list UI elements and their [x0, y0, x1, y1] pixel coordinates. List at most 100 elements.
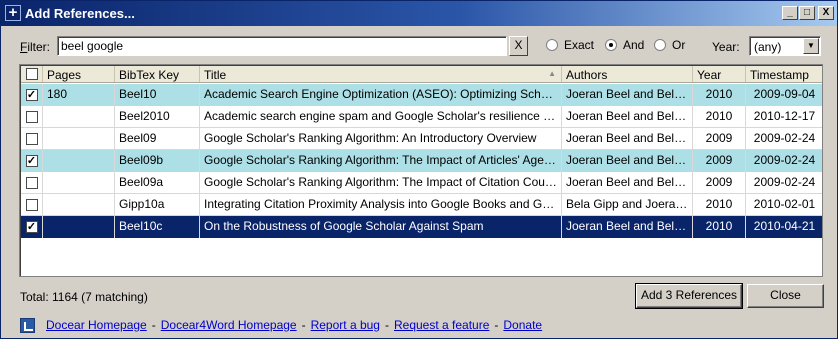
radio-or[interactable]: Or: [654, 38, 685, 52]
cell-title: Google Scholar's Ranking Algorithm: The …: [200, 150, 562, 172]
table-row[interactable]: ✓ Beel09b Google Scholar's Ranking Algorit…: [21, 150, 822, 172]
add-references-dialog: + Add References... _ □ X Filter: X Exac…: [0, 0, 838, 339]
cell-pages: 180: [43, 84, 115, 106]
cell-timestamp: 2009-09-04: [746, 84, 822, 106]
cell-pages: [43, 150, 115, 172]
radio-exact-label: Exact: [564, 38, 595, 52]
cell-title: On the Robustness of Google Scholar Agai…: [200, 216, 562, 238]
cell-authors: Joeran Beel and Bela Gi...: [562, 84, 693, 106]
row-checkbox-cell[interactable]: [21, 106, 43, 128]
title-bar: + Add References... _ □ X: [1, 1, 837, 26]
row-checkbox-cell[interactable]: ✓: [21, 84, 43, 106]
cell-authors: Joeran Beel and Bela Gi...: [562, 150, 693, 172]
cell-title: Google Scholar's Ranking Algorithm: An I…: [200, 128, 562, 150]
window-title: Add References...: [25, 6, 135, 21]
table-row[interactable]: ✓ 180 Beel10 Academic Search Engine Optimiz…: [21, 84, 822, 106]
cell-timestamp: 2010-12-17: [753, 109, 816, 123]
cell-authors: Joeran Beel and Bela Gi...: [562, 216, 693, 238]
radio-and-label: And: [623, 38, 645, 52]
cell-title: Google Scholar's Ranking Algorithm: The …: [200, 172, 562, 194]
filter-input[interactable]: [57, 36, 507, 56]
link-separator: -: [494, 318, 499, 332]
table-row[interactable]: Gipp10a Integrating Citation Proximity An…: [21, 194, 822, 216]
row-checkbox-cell[interactable]: [21, 128, 43, 150]
radio-or-label: Or: [672, 38, 686, 52]
row-checkbox[interactable]: [25, 133, 38, 145]
row-checkbox[interactable]: ✓: [25, 221, 38, 233]
column-header-authors[interactable]: Authors: [562, 66, 693, 82]
link-request-feature[interactable]: Request a feature: [394, 318, 489, 332]
link-docear-homepage[interactable]: Docear Homepage: [46, 318, 147, 332]
maximize-button[interactable]: □: [799, 6, 815, 20]
footer-links: Docear Homepage - Docear4Word Homepage -…: [20, 317, 542, 333]
clear-filter-button[interactable]: X: [509, 36, 528, 56]
cell-year: 2010: [693, 194, 746, 216]
column-header-title[interactable]: Title ▲: [200, 66, 562, 82]
cell-pages: [43, 172, 115, 194]
radio-or-dot[interactable]: [654, 39, 666, 51]
total-count: Total: 1164 (7 matching): [20, 290, 148, 304]
link-separator: -: [151, 318, 156, 332]
row-checkbox-cell[interactable]: ✓: [21, 150, 43, 172]
table-row[interactable]: ✓ Beel10c On the Robustness of Google Scho…: [21, 216, 822, 238]
cell-title: Integrating Citation Proximity Analysis …: [200, 194, 562, 216]
references-table: Pages BibTex Key Title ▲ Authors Year Ti…: [19, 64, 823, 277]
select-all-checkbox-cell[interactable]: [21, 66, 43, 82]
cell-timestamp: 2010-04-21: [746, 216, 822, 238]
cell-bibtex-key: Beel2010: [115, 106, 200, 128]
row-checkbox[interactable]: ✓: [25, 155, 38, 167]
radio-and-dot[interactable]: [605, 39, 617, 51]
column-header-timestamp[interactable]: Timestamp: [746, 66, 822, 82]
filter-label: Filter:: [20, 40, 51, 54]
cell-timestamp: 2010-02-01: [753, 197, 816, 211]
plus-icon: +: [5, 5, 21, 21]
cell-title: Academic Search Engine Optimization (ASE…: [200, 84, 562, 106]
cell-bibtex-key: Beel10c: [115, 216, 200, 238]
select-all-checkbox[interactable]: [25, 68, 38, 80]
year-label: Year:: [712, 40, 740, 54]
link-donate[interactable]: Donate: [503, 318, 542, 332]
cell-year: 2009: [693, 150, 746, 172]
year-select[interactable]: (any) ▼: [749, 36, 821, 56]
cell-year: 2009: [693, 172, 746, 194]
close-button[interactable]: Close: [747, 284, 824, 308]
row-checkbox[interactable]: [25, 111, 38, 123]
cell-pages: [43, 128, 115, 150]
radio-exact[interactable]: Exact: [546, 38, 594, 52]
minimize-button[interactable]: _: [782, 6, 798, 20]
column-header-year[interactable]: Year: [693, 66, 746, 82]
cell-authors: Joeran Beel and Bela Gi...: [562, 128, 693, 150]
row-checkbox[interactable]: [25, 177, 38, 189]
cell-year: 2010: [693, 216, 746, 238]
cell-authors: Bela Gipp and Joeran B...: [562, 194, 693, 216]
radio-exact-dot[interactable]: [546, 39, 558, 51]
row-checkbox-cell[interactable]: [21, 194, 43, 216]
table-row[interactable]: Beel09a Google Scholar's Ranking Algorith…: [21, 172, 822, 194]
row-checkbox[interactable]: [25, 199, 38, 211]
radio-and[interactable]: And: [605, 38, 644, 52]
column-header-pages[interactable]: Pages: [43, 66, 115, 82]
table-row[interactable]: Beel2010 Academic search engine spam and …: [21, 106, 822, 128]
chevron-down-icon[interactable]: ▼: [803, 38, 819, 54]
cell-bibtex-key: Beel10: [115, 84, 200, 106]
link-docear4word-homepage[interactable]: Docear4Word Homepage: [161, 318, 297, 332]
cell-bibtex-key: Beel09a: [115, 172, 200, 194]
row-checkbox-cell[interactable]: ✓: [21, 216, 43, 238]
row-checkbox-cell[interactable]: [21, 172, 43, 194]
row-checkbox[interactable]: ✓: [25, 89, 38, 101]
close-window-button[interactable]: X: [818, 6, 834, 20]
link-report-bug[interactable]: Report a bug: [311, 318, 380, 332]
cell-timestamp: 2009-02-24: [753, 131, 816, 145]
sort-ascending-icon: ▲: [548, 69, 556, 78]
table-body: ✓ 180 Beel10 Academic Search Engine Optimiz…: [21, 84, 822, 238]
column-header-bibtex-key[interactable]: BibTex Key: [115, 66, 200, 82]
add-references-button[interactable]: Add 3 References: [635, 283, 743, 309]
cell-bibtex-key: Gipp10a: [115, 194, 200, 216]
cell-timestamp: 2009-02-24: [746, 150, 822, 172]
cell-year: 2010: [693, 106, 746, 128]
cell-title: Academic search engine spam and Google S…: [200, 106, 562, 128]
column-header-title-label: Title: [204, 68, 227, 82]
cell-year: 2009: [693, 128, 746, 150]
table-row[interactable]: Beel09 Google Scholar's Ranking Algorithm…: [21, 128, 822, 150]
cell-authors: Joeran Beel and Bela Gi...: [562, 106, 693, 128]
